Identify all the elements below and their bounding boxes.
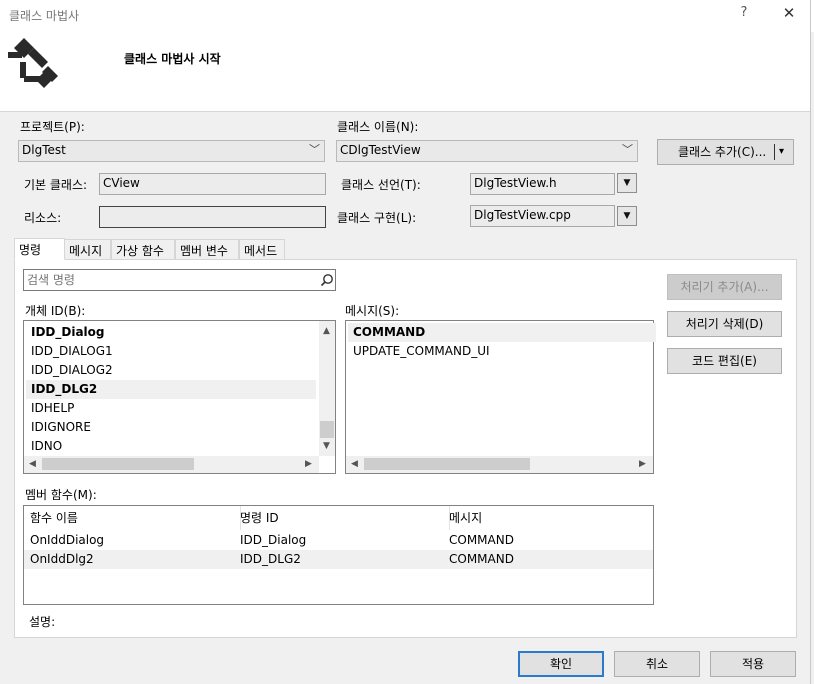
object-id-item[interactable]: IDD_DIALOG1: [26, 342, 316, 361]
scroll-right-icon[interactable]: ▶: [639, 459, 646, 469]
class-impl-field[interactable]: DlgTestView.cpp: [470, 205, 615, 227]
help-button[interactable]: ?: [736, 5, 752, 25]
class-name-value: CDlgTestView: [340, 143, 421, 157]
class-decl-value: DlgTestView.h: [474, 176, 557, 190]
tab-methods[interactable]: 메서드: [239, 239, 285, 260]
tab-messages[interactable]: 메시지: [64, 239, 111, 260]
tab-commands[interactable]: 명령: [14, 238, 65, 260]
scroll-thumb[interactable]: [320, 421, 334, 438]
table-cell: COMMAND: [449, 533, 514, 547]
message-item[interactable]: COMMAND: [348, 323, 656, 342]
add-handler-button[interactable]: 처리기 추가(A)...: [667, 274, 782, 300]
dropdown-arrow-icon[interactable]: ▾: [779, 140, 784, 164]
scroll-left-icon[interactable]: ◀: [351, 459, 358, 469]
base-class-label: 기본 클래스:: [24, 178, 88, 192]
chevron-down-icon: ﹀: [309, 143, 320, 156]
project-combo[interactable]: DlgTest ﹀: [18, 140, 325, 162]
edit-code-button[interactable]: 코드 편집(E): [667, 348, 782, 374]
table-row[interactable]: OnIddDialog IDD_Dialog COMMAND: [24, 531, 653, 550]
column-header-message[interactable]: 메시지: [443, 506, 659, 530]
scroll-thumb[interactable]: [42, 458, 194, 470]
scroll-right-icon[interactable]: ▶: [305, 459, 312, 469]
project-label: 프로젝트(P):: [20, 120, 85, 134]
scroll-up-icon[interactable]: ▲: [323, 326, 330, 336]
tab-label: 가상 함수: [116, 244, 164, 258]
search-icon[interactable]: [320, 273, 334, 287]
tab-virtual-functions[interactable]: 가상 함수: [111, 239, 175, 260]
tab-label: 메서드: [244, 244, 278, 258]
class-name-label: 클래스 이름(N):: [337, 120, 419, 134]
tab-member-variables[interactable]: 멤버 변수: [175, 239, 239, 260]
column-header-function-name[interactable]: 함수 이름: [24, 506, 241, 530]
object-id-item[interactable]: IDD_Dialog: [26, 323, 316, 342]
class-decl-label: 클래스 선언(T):: [341, 178, 421, 192]
chevron-down-icon: ﹀: [622, 143, 633, 156]
object-list-vertical-scrollbar[interactable]: ▲ ▼: [319, 321, 335, 456]
table-cell: OnIddDialog: [30, 533, 105, 547]
object-id-item[interactable]: IDNO: [26, 437, 316, 456]
tab-label: 메시지: [69, 244, 103, 258]
window-title: 클래스 마법사: [9, 9, 80, 23]
class-impl-value: DlgTestView.cpp: [474, 208, 571, 222]
member-functions-grid[interactable]: 함수 이름 명령 ID 메시지 OnIddDialog IDD_Dialog COM…: [23, 505, 654, 605]
messages-label: 메시지(S):: [345, 304, 400, 318]
messages-list[interactable]: COMMAND UPDATE_COMMAND_UI ◀ ▶: [345, 320, 656, 474]
class-impl-dropdown-button[interactable]: ▼: [617, 206, 637, 226]
ok-button[interactable]: 확인: [518, 651, 604, 677]
wizard-header: [0, 32, 811, 112]
scroll-left-icon[interactable]: ◀: [29, 459, 36, 469]
triangle-down-icon: ▼: [623, 178, 631, 188]
object-id-list[interactable]: IDD_Dialog IDD_DIALOG1 IDD_DIALOG2 IDD_DLG2…: [23, 320, 336, 474]
scroll-thumb[interactable]: [364, 458, 530, 470]
class-wizard-logo-icon: [8, 38, 58, 88]
class-impl-label: 클래스 구현(L):: [337, 211, 417, 225]
split-divider: [774, 144, 775, 160]
window-edge: [810, 0, 811, 684]
description-label: 설명:: [29, 615, 56, 629]
base-class-value: CView: [103, 176, 140, 190]
table-cell: IDD_DLG2: [240, 552, 301, 566]
triangle-down-icon: ▼: [623, 211, 631, 221]
apply-button[interactable]: 적용: [710, 651, 796, 677]
table-row[interactable]: OnIddDlg2 IDD_DLG2 COMMAND: [24, 550, 653, 569]
scroll-down-icon[interactable]: ▼: [323, 441, 330, 451]
object-id-item[interactable]: IDIGNORE: [26, 418, 316, 437]
object-id-label: 개체 ID(B):: [25, 304, 86, 318]
class-decl-field[interactable]: DlgTestView.h: [470, 173, 615, 195]
add-class-label: 클래스 추가(C)...: [678, 145, 767, 159]
title-bar: [0, 0, 814, 32]
class-decl-dropdown-button[interactable]: ▼: [617, 173, 637, 193]
object-id-item[interactable]: IDHELP: [26, 399, 316, 418]
close-button[interactable]: ✕: [778, 4, 800, 26]
base-class-field: CView: [99, 173, 326, 195]
add-class-button[interactable]: 클래스 추가(C)... ▾: [657, 139, 794, 165]
messages-horizontal-scrollbar[interactable]: ◀ ▶: [346, 456, 653, 473]
resource-field: [99, 206, 326, 228]
tab-label: 명령: [19, 243, 42, 257]
table-cell: IDD_Dialog: [240, 533, 307, 547]
resource-label: 리소스:: [24, 211, 62, 225]
tab-label: 멤버 변수: [180, 244, 228, 258]
object-list-horizontal-scrollbar[interactable]: ◀ ▶: [24, 456, 319, 473]
table-cell: OnIddDlg2: [30, 552, 94, 566]
object-id-item[interactable]: IDD_DLG2: [26, 380, 316, 399]
header-title: 클래스 마법사 시작: [124, 52, 221, 66]
table-cell: COMMAND: [449, 552, 514, 566]
cancel-button[interactable]: 취소: [614, 651, 700, 677]
object-id-item[interactable]: IDD_DIALOG2: [26, 361, 316, 380]
member-functions-label: 멤버 함수(M):: [25, 488, 97, 502]
column-header-command-id[interactable]: 명령 ID: [234, 506, 450, 530]
search-input[interactable]: [25, 271, 313, 289]
message-item[interactable]: UPDATE_COMMAND_UI: [348, 342, 656, 361]
class-name-combo[interactable]: CDlgTestView ﹀: [336, 140, 638, 162]
search-box: [23, 269, 336, 291]
project-value: DlgTest: [22, 143, 66, 157]
delete-handler-button[interactable]: 처리기 삭제(D): [667, 311, 782, 337]
